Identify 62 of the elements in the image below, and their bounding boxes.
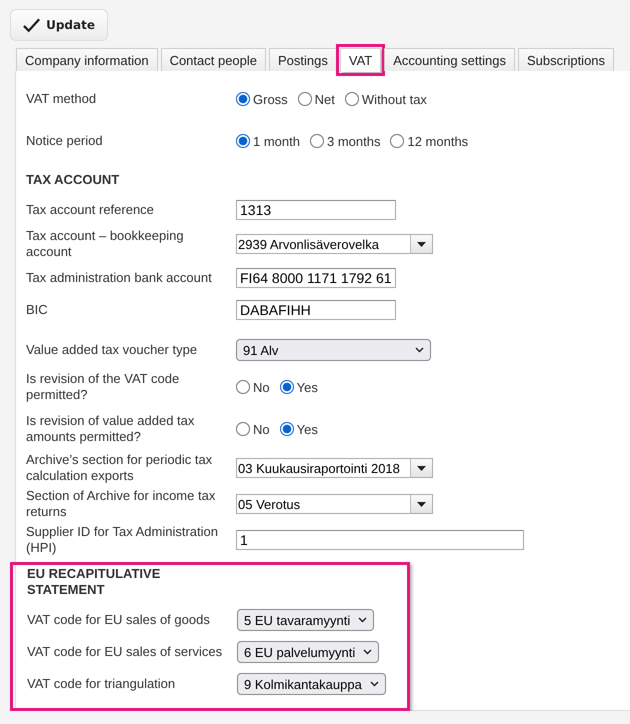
radio-option[interactable]: 1 month: [236, 134, 300, 148]
dropdown-arrow-icon: [417, 466, 426, 470]
chevron-down-icon: [370, 681, 379, 687]
field-label: Is revision of the VAT code permitted?: [26, 371, 180, 403]
combo-box[interactable]: 03 Kuukausiraportointi 2018: [236, 458, 433, 478]
tab[interactable]: Postings: [269, 48, 337, 71]
field-label: Tax account reference: [26, 202, 155, 218]
field-label: Section of Archive for income tax returns: [26, 488, 216, 520]
field-label: Notice period: [26, 133, 104, 149]
text-field[interactable]: 1313: [236, 200, 396, 220]
radio-option[interactable]: Gross: [236, 92, 288, 106]
chevron-down-icon: [415, 347, 424, 353]
radio-option[interactable]: 12 months: [390, 134, 468, 148]
section-heading: EU RECAPITULATIVE STATEMENT: [27, 566, 162, 598]
radio-option[interactable]: 3 months: [310, 134, 380, 148]
text-field[interactable]: 1: [236, 530, 524, 550]
radio-option[interactable]: Net: [298, 92, 335, 106]
combo-box[interactable]: 05 Verotus: [236, 494, 433, 514]
radio-button[interactable]: [236, 380, 250, 394]
radio-option[interactable]: Without tax: [344, 92, 427, 106]
dropdown-select[interactable]: 91 Alv: [236, 339, 431, 361]
radio-button[interactable]: [236, 134, 250, 148]
radio-button[interactable]: [390, 134, 404, 148]
field-label: Value added tax voucher type: [26, 342, 198, 358]
text-field[interactable]: FI64 8000 1171 1792 61: [236, 268, 396, 288]
radio-button[interactable]: [236, 422, 250, 436]
radio-button[interactable]: [280, 422, 294, 436]
update-button[interactable]: Update: [10, 9, 108, 41]
radio-option[interactable]: No: [236, 380, 270, 394]
radio-button[interactable]: [298, 92, 312, 106]
radio-button[interactable]: [280, 380, 294, 394]
field-label: Tax administration bank account: [26, 270, 213, 286]
tab[interactable]: Subscriptions: [518, 48, 614, 71]
dropdown-select[interactable]: 9 Kolmikantakauppa: [237, 673, 386, 695]
radio-button[interactable]: [310, 134, 324, 148]
chevron-down-icon: [358, 617, 368, 623]
field-label: Supplier ID for Tax Administration (HPI): [26, 524, 219, 556]
combo-box[interactable]: 2939 Arvonlisäverovelka: [236, 234, 433, 254]
checkmark-icon: [23, 18, 40, 32]
field-label: VAT method: [26, 91, 98, 107]
section-heading: TAX ACCOUNT: [26, 172, 120, 188]
field-label: Tax account – bookkeeping account: [26, 228, 185, 260]
radio-option[interactable]: No: [236, 422, 270, 436]
field-label: VAT code for EU sales of goods: [27, 612, 211, 628]
radio-option[interactable]: Yes: [280, 380, 318, 394]
radio-option[interactable]: Yes: [280, 422, 318, 436]
field-label: VAT code for triangulation: [27, 676, 176, 692]
radio-button[interactable]: [344, 92, 359, 106]
field-label: Archive’s section for periodic tax calculation exports: [26, 452, 214, 484]
dropdown-select[interactable]: 6 EU palvelumyynti: [237, 641, 380, 663]
dropdown-select[interactable]: 5 EU tavaramyynti: [237, 609, 374, 631]
dropdown-arrow-icon: [417, 242, 426, 246]
text-field[interactable]: DABAFIHH: [236, 300, 396, 320]
dropdown-arrow-icon: [417, 502, 426, 506]
tab[interactable]: Accounting settings: [384, 48, 515, 71]
radio-button[interactable]: [236, 92, 250, 106]
tab[interactable]: Contact people: [160, 48, 266, 71]
tab[interactable]: Company information: [16, 48, 158, 71]
field-label: BIC: [26, 302, 49, 318]
chevron-down-icon: [363, 649, 372, 655]
field-label: VAT code for EU sales of services: [27, 644, 224, 660]
field-label: Is revision of value added tax amounts permitted?: [26, 413, 196, 445]
